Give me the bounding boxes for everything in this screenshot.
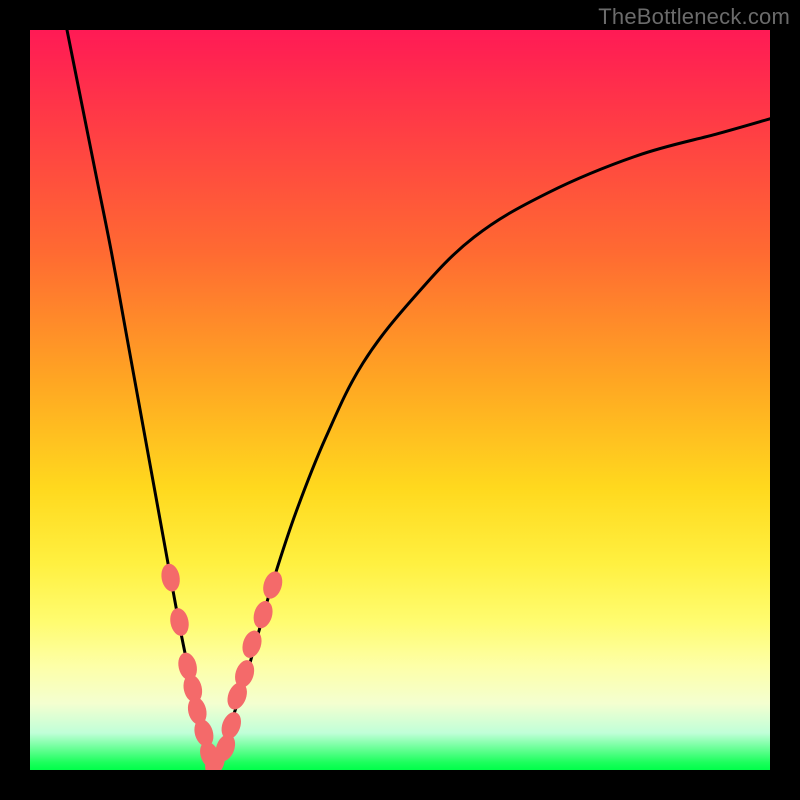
marker-dot — [168, 607, 191, 638]
marker-dot — [260, 569, 286, 601]
curve-right-arm — [215, 119, 770, 763]
watermark-text: TheBottleneck.com — [598, 4, 790, 30]
curve-left-arm — [67, 30, 215, 763]
chart-frame: TheBottleneck.com — [0, 0, 800, 800]
curve-markers — [159, 562, 285, 770]
marker-dot — [251, 599, 276, 631]
marker-dot — [159, 562, 182, 593]
curve-layer — [30, 30, 770, 770]
plot-area — [30, 30, 770, 770]
marker-dot — [239, 628, 264, 660]
bottleneck-curve — [67, 30, 770, 763]
